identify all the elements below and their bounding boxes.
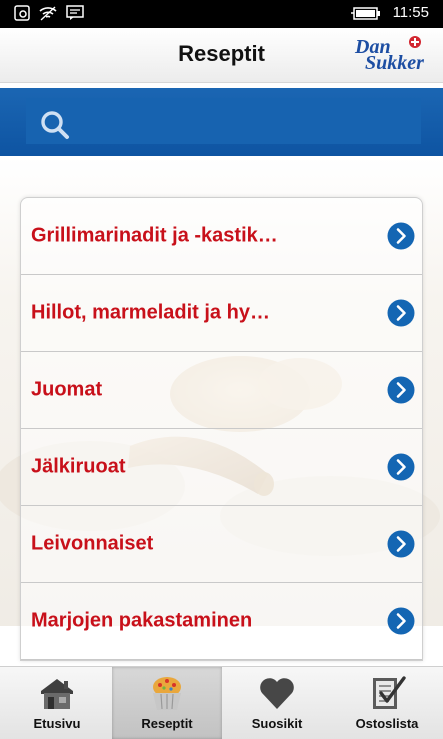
- checklist-icon: [373, 676, 406, 709]
- category-label: Juomat: [31, 378, 103, 401]
- nav-item-suosikit[interactable]: Suosikit: [222, 667, 332, 739]
- brand-logo: Dan Sukker: [341, 34, 425, 78]
- nav-item-reseptit[interactable]: Reseptit: [112, 667, 222, 739]
- recipe-category-content: Grillimarinadit ja -kastik… Hillot, marm…: [0, 156, 443, 666]
- logo-cross-icon: [409, 36, 421, 48]
- house-icon: [41, 679, 73, 709]
- nav-item-ostoslista[interactable]: Ostoslista: [332, 667, 442, 739]
- heart-icon: [260, 678, 294, 709]
- chevron-right-icon: [387, 607, 415, 635]
- status-clock: 11:55: [392, 4, 429, 21]
- nav-item-etusivu[interactable]: Etusivu: [2, 667, 112, 739]
- brand-logo-line2: Sukker: [365, 52, 424, 74]
- category-label: Grillimarinadit ja -kastik…: [31, 224, 278, 247]
- category-item-hillot[interactable]: Hillot, marmeladit ja hy…: [21, 275, 422, 352]
- chevron-right-icon: [387, 222, 415, 250]
- search-bar: [0, 88, 443, 156]
- category-label: Hillot, marmeladit ja hy…: [31, 301, 270, 324]
- category-item-marjojen-pakastaminen[interactable]: Marjojen pakastaminen: [21, 583, 422, 660]
- search-icon[interactable]: [40, 110, 70, 140]
- chevron-right-icon: [387, 530, 415, 558]
- category-item-leivonnaiset[interactable]: Leivonnaiset: [21, 506, 422, 583]
- chevron-right-icon: [387, 376, 415, 404]
- battery-icon: [350, 6, 380, 20]
- chevron-right-icon: [387, 453, 415, 481]
- nav-label: Suosikit: [251, 716, 303, 731]
- status-bar: 11:55: [0, 0, 443, 28]
- category-label: Jälkiruoat: [31, 455, 126, 478]
- category-list: Grillimarinadit ja -kastik… Hillot, marm…: [20, 197, 423, 661]
- wifi-icon: [39, 6, 57, 21]
- nav-label: Ostoslista: [355, 716, 419, 731]
- category-item-juomat[interactable]: Juomat: [21, 352, 422, 429]
- bottom-nav: Etusivu Reseptit Suosikit Ostoslista: [0, 666, 443, 739]
- message-icon: [66, 5, 84, 20]
- category-label: Marjojen pakastaminen: [31, 609, 253, 632]
- screen-lock-icon: [14, 5, 30, 21]
- category-item-jalkiruoat[interactable]: Jälkiruoat: [21, 429, 422, 506]
- search-input[interactable]: [26, 98, 421, 144]
- category-label: Leivonnaiset: [31, 532, 154, 555]
- category-item-grillimarinadit[interactable]: Grillimarinadit ja -kastik…: [21, 198, 422, 275]
- nav-label: Reseptit: [141, 716, 193, 731]
- nav-label: Etusivu: [33, 716, 81, 731]
- cupcake-icon: [153, 677, 181, 710]
- app-header: Reseptit Dan Sukker: [0, 28, 443, 83]
- chevron-right-icon: [387, 299, 415, 327]
